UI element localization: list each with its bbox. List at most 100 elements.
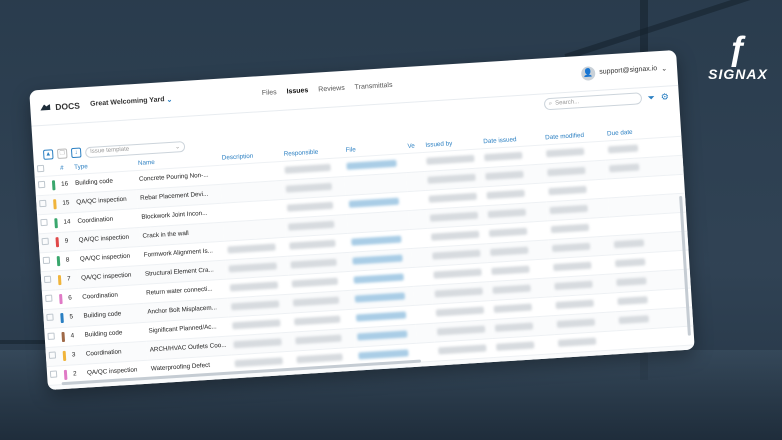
redacted-value [490, 246, 529, 256]
redacted-value [294, 315, 341, 326]
redacted-value [428, 192, 477, 203]
type-color-marker [59, 293, 63, 304]
redacted-value [285, 182, 333, 193]
type-color-marker [56, 255, 61, 266]
redacted-value [295, 334, 342, 345]
type-color-marker [51, 179, 56, 190]
redacted-value [284, 163, 331, 174]
row-checkbox[interactable] [45, 294, 53, 303]
redacted-value [296, 353, 343, 364]
redacted-value [609, 163, 640, 173]
redacted-value [616, 277, 647, 287]
type-color-marker [61, 331, 66, 342]
row-num: 3 [68, 344, 84, 365]
redacted-value [551, 242, 591, 253]
redacted-value [554, 280, 593, 290]
redacted-value [227, 243, 276, 254]
tab-reviews[interactable]: Reviews [318, 85, 345, 94]
filter-icon[interactable]: ⏷ [647, 92, 655, 103]
redacted-value [550, 223, 590, 234]
row-num: 15 [58, 193, 74, 213]
row-checkbox[interactable] [42, 256, 51, 265]
search-input[interactable]: ⌕ Search... [543, 92, 642, 111]
redacted-value [232, 319, 281, 330]
row-num: 9 [61, 231, 77, 251]
redacted-value [433, 268, 482, 279]
row-num: 14 [59, 212, 76, 232]
row-num: 5 [65, 306, 82, 327]
tab-files[interactable]: Files [262, 89, 277, 97]
add-issue-icon[interactable]: ▲ [42, 149, 54, 160]
redacted-value [556, 318, 596, 328]
redacted-value [607, 144, 639, 154]
redacted-value [430, 230, 480, 241]
redacted-value [553, 261, 592, 271]
redacted-value [485, 170, 524, 181]
row-num: 4 [67, 325, 83, 346]
redacted-value [615, 258, 646, 268]
row-checkbox[interactable] [40, 218, 48, 227]
row-checkbox[interactable] [47, 332, 55, 340]
brand[interactable]: DOCS [40, 99, 91, 112]
redacted-value [549, 204, 588, 215]
redacted-value [290, 258, 337, 269]
account-menu[interactable]: 👤 support@signax.io ⌄ [580, 61, 668, 81]
redacted-value [233, 338, 282, 349]
redacted-value [346, 159, 397, 170]
nav-tabs: Files Issues Reviews Transmittals [262, 82, 393, 97]
redacted-value [358, 349, 409, 360]
docs-logo-icon [40, 104, 50, 111]
redacted-value [352, 254, 403, 265]
gear-icon[interactable]: ⚙ [660, 91, 669, 102]
redacted-value [488, 227, 528, 237]
redacted-value [435, 306, 485, 317]
redacted-value [426, 154, 475, 165]
redacted-value [289, 239, 336, 250]
issues-table: # Type Name Description Responsible File… [34, 124, 695, 391]
row-checkbox[interactable] [48, 351, 57, 359]
row-num: 7 [63, 268, 79, 289]
type-color-marker [55, 236, 60, 247]
redacted-value [228, 262, 277, 273]
row-num: 6 [64, 287, 80, 308]
redacted-value [555, 299, 594, 309]
download-icon[interactable]: ↓ [70, 147, 82, 159]
redacted-value [291, 277, 339, 288]
redacted-value [484, 151, 523, 162]
redacted-value [557, 337, 597, 347]
select-all-checkbox[interactable] [36, 165, 45, 173]
redacted-value [496, 341, 535, 351]
tab-issues[interactable]: Issues [286, 87, 308, 95]
redacted-value [429, 211, 479, 222]
row-checkbox[interactable] [37, 180, 46, 189]
search-icon: ⌕ [548, 100, 553, 107]
redacted-value [492, 284, 531, 294]
redacted-value [618, 315, 649, 324]
tab-transmittals[interactable]: Transmittals [354, 82, 392, 91]
row-checkbox[interactable] [43, 275, 52, 284]
type-color-marker [63, 369, 68, 380]
col-num[interactable]: # [57, 162, 72, 175]
row-checkbox[interactable] [49, 370, 58, 378]
type-color-marker [60, 312, 64, 323]
row-checkbox[interactable] [46, 313, 54, 321]
redacted-value [548, 185, 587, 196]
redacted-value [487, 208, 527, 218]
redacted-value [491, 265, 530, 275]
project-selector[interactable]: Great Welcoming Yard ⌄ [90, 93, 210, 109]
signax-logo: ƒ SIGNAX [708, 30, 768, 82]
row-checkbox[interactable] [41, 237, 49, 246]
redacted-value [427, 173, 476, 184]
type-color-marker [53, 198, 57, 209]
type-color-marker [54, 217, 58, 228]
redacted-value [613, 239, 645, 249]
chevron-down-icon: ⌄ [166, 96, 173, 104]
redacted-value [486, 189, 525, 200]
redacted-value [348, 197, 400, 208]
redacted-value [234, 357, 283, 368]
copy-icon[interactable]: ❐ [56, 148, 68, 159]
row-checkbox[interactable] [39, 199, 47, 208]
redacted-value [286, 201, 334, 212]
avatar: 👤 [580, 65, 596, 81]
redacted-value [494, 322, 534, 332]
